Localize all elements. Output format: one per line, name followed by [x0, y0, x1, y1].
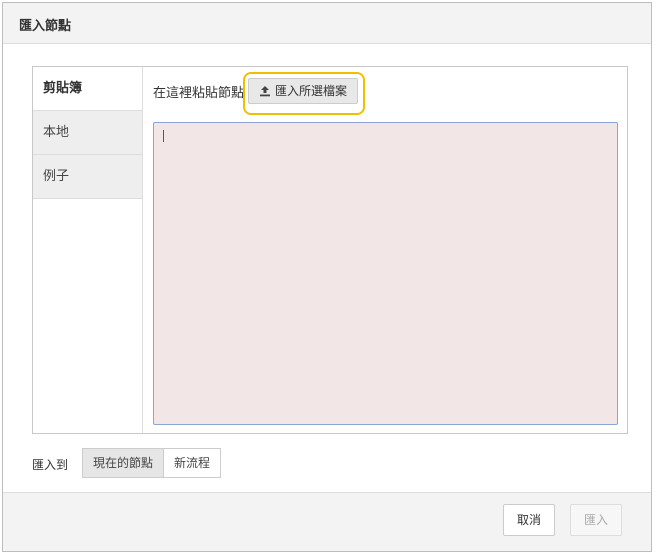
paste-label: 在這裡粘貼節點 [153, 86, 245, 101]
import-button[interactable]: 匯入 [570, 504, 623, 536]
import-to-current-flow-button[interactable]: 現在的節點 [82, 448, 165, 478]
dialog-title: 匯入節點 [19, 19, 72, 34]
tab-local[interactable]: 本地 [33, 111, 142, 155]
tab-examples[interactable]: 例子 [33, 155, 142, 199]
import-to-new-flow-button[interactable]: 新流程 [164, 448, 222, 478]
import-dialog: 匯入節點 剪貼簿 本地 例子 在這裡粘貼節點 匯入所選檔案 匯入到 現在的節點 … [2, 2, 652, 552]
dialog-footer: 取消 匯入 [3, 492, 651, 551]
tab-clipboard[interactable]: 剪貼簿 [33, 67, 142, 111]
paste-nodes-textarea[interactable] [153, 122, 618, 425]
import-to-label: 匯入到 [32, 458, 69, 472]
clipboard-content: 在這裡粘貼節點 匯入所選檔案 [143, 67, 627, 433]
dialog-header: 匯入節點 [3, 3, 651, 44]
cancel-button[interactable]: 取消 [503, 504, 556, 536]
import-selected-file-button[interactable]: 匯入所選檔案 [248, 78, 359, 104]
import-panel: 剪貼簿 本地 例子 在這裡粘貼節點 匯入所選檔案 [32, 66, 628, 434]
import-to-toggle: 現在的節點 新流程 [82, 448, 222, 478]
import-selected-file-label: 匯入所選檔案 [275, 84, 348, 98]
text-caret [163, 130, 164, 142]
upload-icon [259, 85, 271, 97]
source-tabs: 剪貼簿 本地 例子 [33, 67, 143, 433]
